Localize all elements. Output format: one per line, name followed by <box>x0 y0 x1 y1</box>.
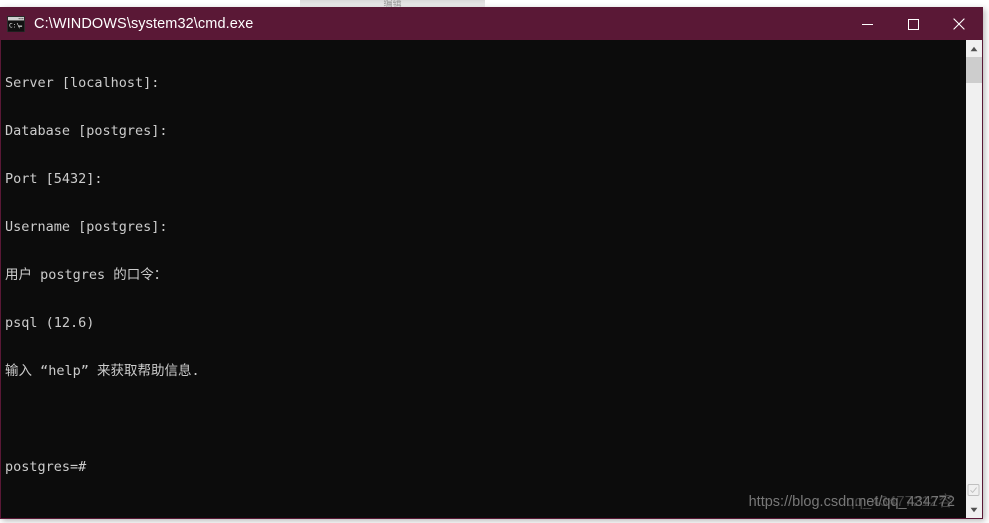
close-button[interactable] <box>936 8 982 40</box>
maximize-button[interactable] <box>890 8 936 40</box>
title-bar[interactable]: C:\ C:\WINDOWS\system32\cmd.exe <box>1 8 982 40</box>
clipped-window-remnant: 编辑 <box>300 0 485 7</box>
console-line: 输入 “help” 来获取帮助信息. <box>5 363 200 379</box>
scroll-track[interactable] <box>966 83 982 501</box>
chevron-down-icon[interactable] <box>966 501 982 518</box>
window-body: Server [localhost]: Database [postgres]:… <box>1 40 982 518</box>
console-line: Database [postgres]: <box>5 123 168 139</box>
minimize-button[interactable] <box>844 8 890 40</box>
console-text: Server [localhost]: Database [postgres]:… <box>5 43 965 507</box>
console-line: Username [postgres]: <box>5 219 168 235</box>
chevron-up-icon[interactable] <box>966 40 982 57</box>
cmd-console-icon: C:\ <box>7 16 25 32</box>
console-line: psql (12.6) <box>5 315 95 331</box>
cmd-window: C:\ C:\WINDOWS\system32\cmd.exe Server [… <box>0 7 983 519</box>
console-prompt-line: postgres=# <box>5 459 87 475</box>
scroll-thumb[interactable] <box>966 57 982 83</box>
console-line: Server [localhost]: <box>5 75 160 91</box>
console-line: 用户 postgres 的口令： <box>5 267 168 283</box>
desktop-background: 编辑 C:\ C:\WINDOWS\system32\cmd.exe Serve… <box>0 0 989 523</box>
window-title: C:\WINDOWS\system32\cmd.exe <box>34 16 254 32</box>
vertical-scrollbar[interactable] <box>965 40 982 518</box>
console-output-area[interactable]: Server [localhost]: Database [postgres]:… <box>1 40 965 518</box>
console-line: Port [5432]: <box>5 171 103 187</box>
